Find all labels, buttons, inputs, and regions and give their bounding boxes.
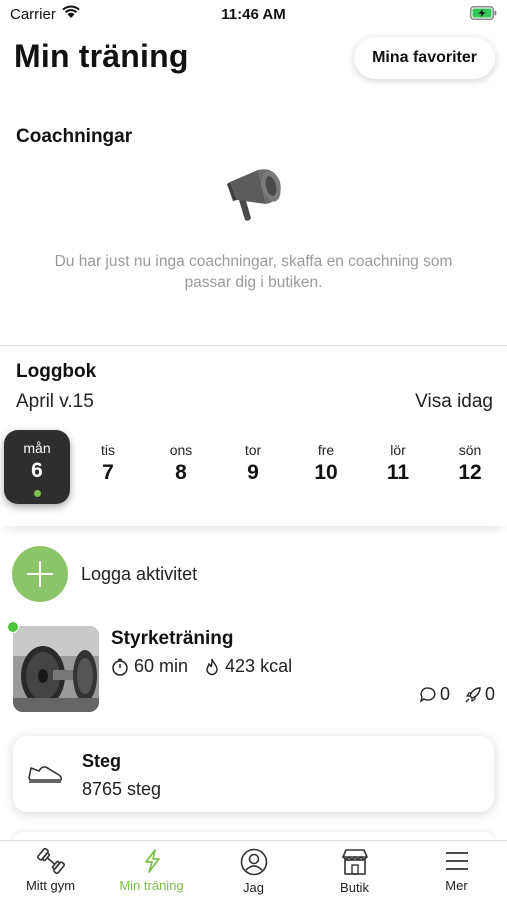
day-number: 11 xyxy=(386,461,410,484)
day-name: fre xyxy=(317,442,335,458)
activity-indicator xyxy=(7,621,19,633)
tab-label: Mitt gym xyxy=(25,878,76,893)
steps-value: 8765 steg xyxy=(82,779,162,799)
day-sat[interactable]: lör 11 xyxy=(365,432,431,504)
plus-icon xyxy=(12,546,68,602)
status-bar: Carrier 11:46 AM xyxy=(0,0,507,28)
day-number: 8 xyxy=(175,461,187,484)
tab-my-training[interactable]: Min träning xyxy=(101,848,202,900)
section-divider xyxy=(0,345,507,346)
favorites-button[interactable]: Mina favoriter xyxy=(354,37,495,79)
tab-store[interactable]: Butik xyxy=(304,848,405,900)
tab-more[interactable]: Mer xyxy=(406,848,507,900)
day-number: 12 xyxy=(458,461,482,484)
day-sun[interactable]: sön 12 xyxy=(437,432,503,504)
week-calendar: mån 6 tis 7 ons 8 tor 9 fre 10 lör 11 sö… xyxy=(0,428,507,526)
steps-card[interactable]: Steg 8765 steg xyxy=(13,736,494,812)
day-number: 10 xyxy=(314,461,338,484)
day-name: lör xyxy=(390,442,406,458)
boost-count: 0 xyxy=(484,684,495,704)
workout-stats: 60 min 423 kcal xyxy=(111,656,292,677)
tab-label: Jag xyxy=(243,880,264,895)
workout-duration: 60 min xyxy=(134,656,189,676)
tab-me[interactable]: Jag xyxy=(203,848,304,900)
activity-indicator xyxy=(34,490,41,497)
show-today-link[interactable]: Visa idag xyxy=(415,391,493,413)
workout-image xyxy=(13,626,99,712)
battery-charging-icon xyxy=(470,6,497,20)
day-name: tor xyxy=(244,442,262,458)
flame-icon xyxy=(206,658,218,675)
person-icon xyxy=(240,848,267,876)
rocket-icon[interactable] xyxy=(464,686,482,704)
coaching-empty-message: Du har just nu inga coachningar, skaffa … xyxy=(54,253,453,291)
day-name: ons xyxy=(169,442,193,458)
log-activity-label: Logga aktivitet xyxy=(81,563,198,584)
shoe-icon xyxy=(28,766,63,783)
day-mon[interactable]: mån 6 xyxy=(4,430,70,504)
tab-my-gym[interactable]: Mitt gym xyxy=(0,848,101,900)
day-thu[interactable]: tor 9 xyxy=(220,432,286,504)
stopwatch-icon xyxy=(112,658,128,676)
tab-label: Min träning xyxy=(119,878,184,893)
workout-entry[interactable]: Styrketräning 60 min 423 kcal 0 0 xyxy=(7,620,500,714)
tab-label: Mer xyxy=(445,878,468,893)
workout-social: 0 0 xyxy=(419,684,495,705)
day-number: 6 xyxy=(31,459,43,482)
comment-count: 0 xyxy=(439,684,450,704)
day-name: sön xyxy=(458,442,482,458)
day-number: 7 xyxy=(102,461,114,484)
lightning-icon xyxy=(144,849,160,873)
workout-title: Styrketräning xyxy=(111,628,234,649)
day-name: mån xyxy=(23,440,51,456)
tab-label: Butik xyxy=(340,880,369,895)
status-time: 11:46 AM xyxy=(221,6,286,23)
coaching-section-title: Coachningar xyxy=(16,126,133,147)
week-label: April v.15 xyxy=(16,391,94,412)
day-number: 9 xyxy=(247,461,259,484)
page-title: Min träning xyxy=(14,38,189,74)
day-wed[interactable]: ons 8 xyxy=(148,432,214,504)
logbook-section-title: Loggbok xyxy=(16,361,97,382)
megaphone-icon xyxy=(227,169,281,221)
day-name: tis xyxy=(101,442,115,458)
log-activity-button[interactable]: Logga aktivitet xyxy=(12,546,197,602)
day-fri[interactable]: fre 10 xyxy=(293,432,359,504)
day-tue[interactable]: tis 7 xyxy=(75,432,141,504)
tab-bar: Mitt gym Min träning Jag Butik Mer xyxy=(0,840,507,900)
store-icon xyxy=(341,849,368,875)
menu-icon xyxy=(445,852,468,870)
workout-calories: 423 kcal xyxy=(225,656,293,676)
dumbbell-icon xyxy=(36,848,65,874)
steps-title: Steg xyxy=(82,751,122,771)
comment-icon[interactable] xyxy=(419,686,437,704)
